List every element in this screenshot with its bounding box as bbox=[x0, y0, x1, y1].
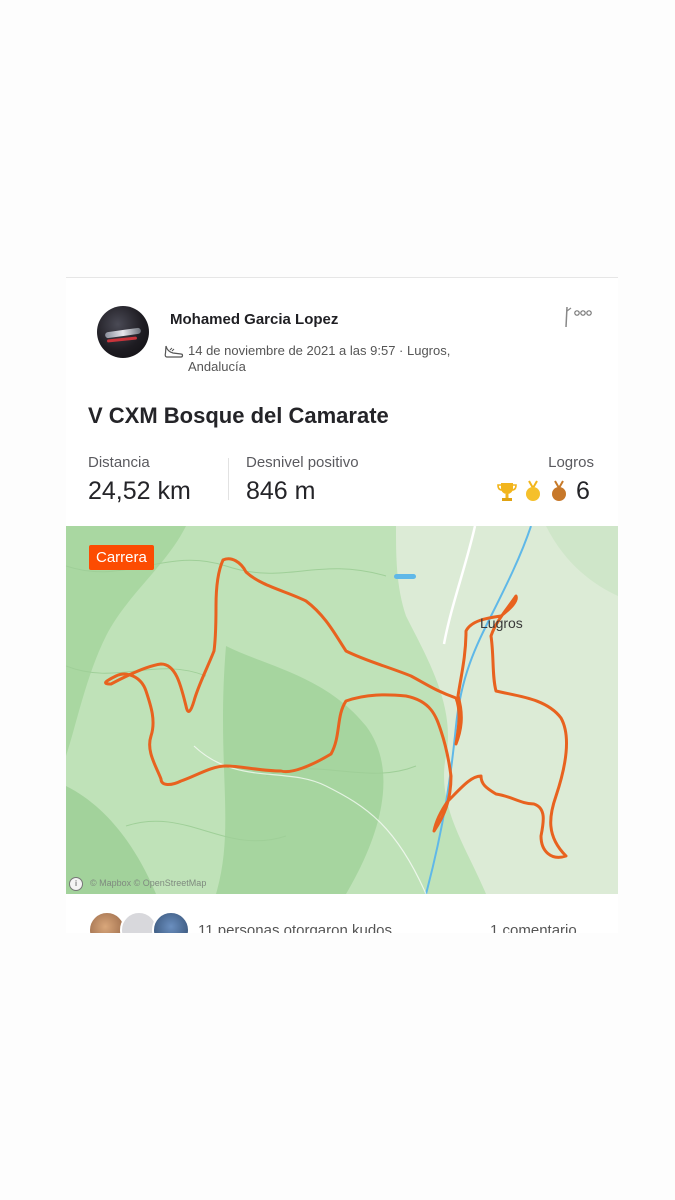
shoe-icon bbox=[164, 345, 184, 358]
elevation-value: 846 m bbox=[246, 477, 316, 505]
athlete-name[interactable]: Mohamed Garcia Lopez bbox=[170, 311, 338, 328]
achievements-count: 6 bbox=[576, 477, 590, 505]
achievements-label: Logros bbox=[548, 454, 594, 471]
map-town-label: Lugros bbox=[480, 615, 523, 631]
map-info-icon[interactable]: i bbox=[69, 877, 83, 891]
activity-type-badge: Carrera bbox=[89, 545, 154, 570]
kudos-avatar[interactable] bbox=[152, 911, 190, 933]
distance-label: Distancia bbox=[88, 454, 150, 471]
activity-meta: 14 de noviembre de 2021 a las 9:57 · Lug… bbox=[188, 343, 451, 374]
stat-divider bbox=[228, 458, 229, 500]
activity-card: Mohamed Garcia Lopez 14 de noviembre de … bbox=[66, 277, 618, 933]
gold-medal-icon bbox=[526, 480, 540, 501]
map-attribution[interactable]: © Mapbox © OpenStreetMap bbox=[90, 878, 206, 888]
activity-title[interactable]: V CXM Bosque del Camarate bbox=[88, 403, 389, 429]
trophy-icon bbox=[497, 483, 517, 501]
bronze-medal-icon bbox=[552, 480, 566, 501]
elevation-label: Desnivel positivo bbox=[246, 454, 359, 471]
more-options-icon[interactable] bbox=[563, 305, 595, 329]
comment-count[interactable]: 1 comentario bbox=[490, 922, 577, 933]
athlete-avatar[interactable] bbox=[97, 306, 149, 358]
route-map[interactable] bbox=[66, 526, 618, 894]
distance-value: 24,52 km bbox=[88, 477, 191, 505]
kudos-count[interactable]: 11 personas otorgaron kudos bbox=[198, 922, 392, 933]
